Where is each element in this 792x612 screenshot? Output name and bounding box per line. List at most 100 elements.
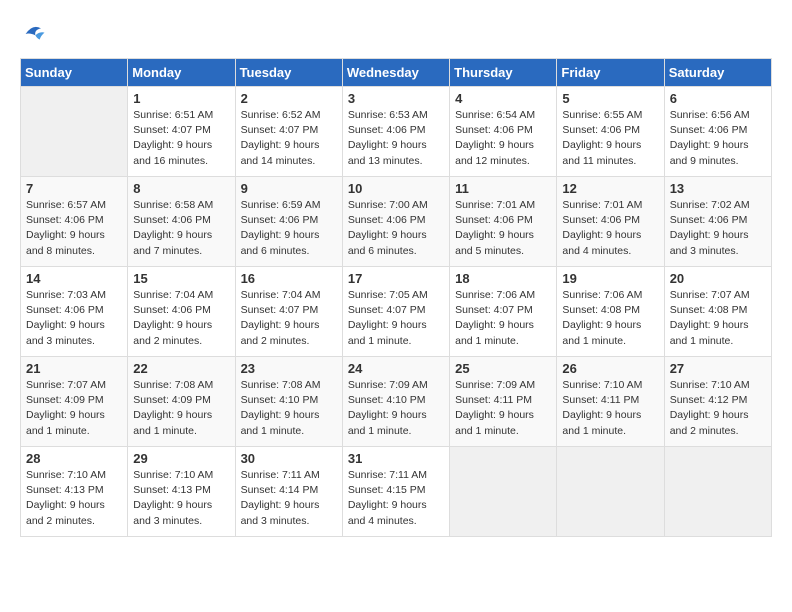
cell-info: Sunrise: 7:01 AMSunset: 4:06 PMDaylight:… [562, 198, 658, 259]
day-number: 6 [670, 91, 766, 106]
day-number: 14 [26, 271, 122, 286]
calendar-cell: 13 Sunrise: 7:02 AMSunset: 4:06 PMDaylig… [664, 177, 771, 267]
calendar-cell: 6 Sunrise: 6:56 AMSunset: 4:06 PMDayligh… [664, 87, 771, 177]
day-number: 2 [241, 91, 337, 106]
day-number: 30 [241, 451, 337, 466]
day-number: 4 [455, 91, 551, 106]
calendar-week-2: 7 Sunrise: 6:57 AMSunset: 4:06 PMDayligh… [21, 177, 772, 267]
calendar-cell: 16 Sunrise: 7:04 AMSunset: 4:07 PMDaylig… [235, 267, 342, 357]
cell-info: Sunrise: 7:10 AMSunset: 4:13 PMDaylight:… [26, 468, 122, 529]
cell-info: Sunrise: 7:09 AMSunset: 4:11 PMDaylight:… [455, 378, 551, 439]
calendar-cell: 3 Sunrise: 6:53 AMSunset: 4:06 PMDayligh… [342, 87, 449, 177]
day-number: 31 [348, 451, 444, 466]
day-number: 24 [348, 361, 444, 376]
day-number: 20 [670, 271, 766, 286]
day-number: 7 [26, 181, 122, 196]
day-number: 27 [670, 361, 766, 376]
day-number: 16 [241, 271, 337, 286]
cell-info: Sunrise: 7:06 AMSunset: 4:08 PMDaylight:… [562, 288, 658, 349]
calendar-week-5: 28 Sunrise: 7:10 AMSunset: 4:13 PMDaylig… [21, 447, 772, 537]
calendar-cell: 24 Sunrise: 7:09 AMSunset: 4:10 PMDaylig… [342, 357, 449, 447]
calendar-cell: 25 Sunrise: 7:09 AMSunset: 4:11 PMDaylig… [450, 357, 557, 447]
calendar-cell: 2 Sunrise: 6:52 AMSunset: 4:07 PMDayligh… [235, 87, 342, 177]
calendar-cell: 20 Sunrise: 7:07 AMSunset: 4:08 PMDaylig… [664, 267, 771, 357]
cell-info: Sunrise: 6:54 AMSunset: 4:06 PMDaylight:… [455, 108, 551, 169]
day-number: 18 [455, 271, 551, 286]
day-number: 25 [455, 361, 551, 376]
cell-info: Sunrise: 6:53 AMSunset: 4:06 PMDaylight:… [348, 108, 444, 169]
day-number: 13 [670, 181, 766, 196]
calendar-cell: 18 Sunrise: 7:06 AMSunset: 4:07 PMDaylig… [450, 267, 557, 357]
calendar-cell: 27 Sunrise: 7:10 AMSunset: 4:12 PMDaylig… [664, 357, 771, 447]
cell-info: Sunrise: 7:11 AMSunset: 4:15 PMDaylight:… [348, 468, 444, 529]
day-number: 15 [133, 271, 229, 286]
calendar-cell: 29 Sunrise: 7:10 AMSunset: 4:13 PMDaylig… [128, 447, 235, 537]
cell-info: Sunrise: 7:08 AMSunset: 4:10 PMDaylight:… [241, 378, 337, 439]
calendar-cell: 9 Sunrise: 6:59 AMSunset: 4:06 PMDayligh… [235, 177, 342, 267]
cell-info: Sunrise: 7:09 AMSunset: 4:10 PMDaylight:… [348, 378, 444, 439]
day-number: 3 [348, 91, 444, 106]
cell-info: Sunrise: 6:59 AMSunset: 4:06 PMDaylight:… [241, 198, 337, 259]
cell-info: Sunrise: 7:10 AMSunset: 4:12 PMDaylight:… [670, 378, 766, 439]
day-number: 8 [133, 181, 229, 196]
day-number: 23 [241, 361, 337, 376]
calendar-cell [21, 87, 128, 177]
calendar-cell: 4 Sunrise: 6:54 AMSunset: 4:06 PMDayligh… [450, 87, 557, 177]
cell-info: Sunrise: 7:02 AMSunset: 4:06 PMDaylight:… [670, 198, 766, 259]
calendar-cell: 19 Sunrise: 7:06 AMSunset: 4:08 PMDaylig… [557, 267, 664, 357]
weekday-header-tuesday: Tuesday [235, 59, 342, 87]
calendar-cell: 31 Sunrise: 7:11 AMSunset: 4:15 PMDaylig… [342, 447, 449, 537]
day-number: 26 [562, 361, 658, 376]
cell-info: Sunrise: 7:04 AMSunset: 4:07 PMDaylight:… [241, 288, 337, 349]
weekday-header-saturday: Saturday [664, 59, 771, 87]
logo-icon [20, 20, 48, 48]
cell-info: Sunrise: 7:07 AMSunset: 4:08 PMDaylight:… [670, 288, 766, 349]
day-number: 9 [241, 181, 337, 196]
cell-info: Sunrise: 6:57 AMSunset: 4:06 PMDaylight:… [26, 198, 122, 259]
day-number: 5 [562, 91, 658, 106]
calendar-cell: 15 Sunrise: 7:04 AMSunset: 4:06 PMDaylig… [128, 267, 235, 357]
weekday-header-sunday: Sunday [21, 59, 128, 87]
cell-info: Sunrise: 7:03 AMSunset: 4:06 PMDaylight:… [26, 288, 122, 349]
weekday-header-thursday: Thursday [450, 59, 557, 87]
calendar-week-3: 14 Sunrise: 7:03 AMSunset: 4:06 PMDaylig… [21, 267, 772, 357]
cell-info: Sunrise: 7:07 AMSunset: 4:09 PMDaylight:… [26, 378, 122, 439]
calendar-header-row: SundayMondayTuesdayWednesdayThursdayFrid… [21, 59, 772, 87]
weekday-header-wednesday: Wednesday [342, 59, 449, 87]
cell-info: Sunrise: 6:51 AMSunset: 4:07 PMDaylight:… [133, 108, 229, 169]
page-header [20, 20, 772, 48]
cell-info: Sunrise: 7:08 AMSunset: 4:09 PMDaylight:… [133, 378, 229, 439]
calendar-cell: 26 Sunrise: 7:10 AMSunset: 4:11 PMDaylig… [557, 357, 664, 447]
cell-info: Sunrise: 6:56 AMSunset: 4:06 PMDaylight:… [670, 108, 766, 169]
calendar-cell: 1 Sunrise: 6:51 AMSunset: 4:07 PMDayligh… [128, 87, 235, 177]
cell-info: Sunrise: 7:10 AMSunset: 4:13 PMDaylight:… [133, 468, 229, 529]
cell-info: Sunrise: 7:04 AMSunset: 4:06 PMDaylight:… [133, 288, 229, 349]
cell-info: Sunrise: 7:05 AMSunset: 4:07 PMDaylight:… [348, 288, 444, 349]
calendar-cell [450, 447, 557, 537]
cell-info: Sunrise: 7:06 AMSunset: 4:07 PMDaylight:… [455, 288, 551, 349]
calendar-cell: 10 Sunrise: 7:00 AMSunset: 4:06 PMDaylig… [342, 177, 449, 267]
cell-info: Sunrise: 6:52 AMSunset: 4:07 PMDaylight:… [241, 108, 337, 169]
calendar-cell: 14 Sunrise: 7:03 AMSunset: 4:06 PMDaylig… [21, 267, 128, 357]
day-number: 28 [26, 451, 122, 466]
calendar-cell: 8 Sunrise: 6:58 AMSunset: 4:06 PMDayligh… [128, 177, 235, 267]
calendar-cell: 22 Sunrise: 7:08 AMSunset: 4:09 PMDaylig… [128, 357, 235, 447]
cell-info: Sunrise: 7:00 AMSunset: 4:06 PMDaylight:… [348, 198, 444, 259]
calendar-cell: 17 Sunrise: 7:05 AMSunset: 4:07 PMDaylig… [342, 267, 449, 357]
day-number: 22 [133, 361, 229, 376]
cell-info: Sunrise: 7:11 AMSunset: 4:14 PMDaylight:… [241, 468, 337, 529]
calendar-cell [557, 447, 664, 537]
calendar-week-1: 1 Sunrise: 6:51 AMSunset: 4:07 PMDayligh… [21, 87, 772, 177]
calendar-cell: 21 Sunrise: 7:07 AMSunset: 4:09 PMDaylig… [21, 357, 128, 447]
weekday-header-monday: Monday [128, 59, 235, 87]
day-number: 21 [26, 361, 122, 376]
day-number: 29 [133, 451, 229, 466]
calendar-week-4: 21 Sunrise: 7:07 AMSunset: 4:09 PMDaylig… [21, 357, 772, 447]
weekday-header-friday: Friday [557, 59, 664, 87]
cell-info: Sunrise: 6:55 AMSunset: 4:06 PMDaylight:… [562, 108, 658, 169]
calendar-cell: 30 Sunrise: 7:11 AMSunset: 4:14 PMDaylig… [235, 447, 342, 537]
logo [20, 20, 52, 48]
cell-info: Sunrise: 7:10 AMSunset: 4:11 PMDaylight:… [562, 378, 658, 439]
day-number: 19 [562, 271, 658, 286]
calendar-cell: 7 Sunrise: 6:57 AMSunset: 4:06 PMDayligh… [21, 177, 128, 267]
